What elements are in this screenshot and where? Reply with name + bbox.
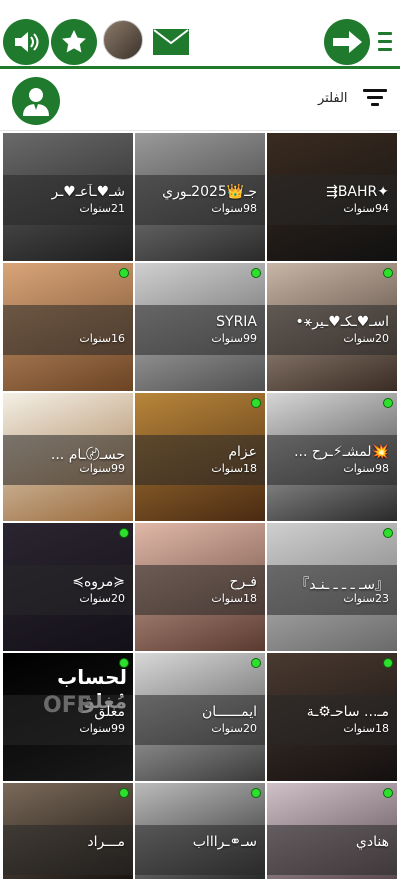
user-card[interactable]: 💥لمشـ⚡ـرح ... 98سنوات xyxy=(267,393,397,521)
online-indicator xyxy=(251,788,261,798)
user-card[interactable]: ✦BAHR⇶ 94سنوات xyxy=(267,133,397,261)
card-overlay xyxy=(3,305,133,355)
online-indicator xyxy=(383,528,393,538)
user-name: عزام xyxy=(228,444,257,460)
star-icon[interactable] xyxy=(51,19,97,65)
user-name: سـ⚭ـراااب xyxy=(192,834,257,850)
profile-icon[interactable] xyxy=(12,77,60,125)
user-name: ايمــــــان xyxy=(201,704,257,720)
online-indicator xyxy=(383,398,393,408)
user-name: فـرح xyxy=(229,574,257,590)
speaker-icon[interactable] xyxy=(3,19,49,65)
user-card[interactable]: لحساب مُغلقOFFمغلق99سنوات xyxy=(3,653,133,781)
user-name: اسـ♥ـكـ♥ـير⚹• xyxy=(295,314,389,330)
user-card[interactable]: SYRIA 99سنوات xyxy=(135,263,265,391)
card-overlay xyxy=(3,695,133,745)
user-card[interactable]: مـ... ساحـ⚙ـة 18سنوات xyxy=(267,653,397,781)
user-card[interactable]: اسـ♥ـكـ♥ـير⚹• 20سنوات xyxy=(267,263,397,391)
user-card[interactable]: عزام 18سنوات xyxy=(135,393,265,521)
filter-bar: الفلتر xyxy=(0,69,400,131)
card-overlay xyxy=(267,305,397,355)
card-overlay xyxy=(267,435,397,485)
card-overlay xyxy=(267,695,397,745)
user-age: 16سنوات xyxy=(79,332,125,345)
card-overlay xyxy=(3,825,133,875)
user-name: مغلق xyxy=(94,704,125,720)
user-name: ≼مروه≽ xyxy=(72,574,125,590)
user-age: 18سنوات xyxy=(211,592,257,605)
user-name: جـ👑2025ـوري xyxy=(162,184,257,200)
online-indicator xyxy=(383,788,393,798)
menu-icon[interactable] xyxy=(378,32,392,52)
user-name: 『سـ ـ ـ ـ ـنـد』 xyxy=(295,577,389,593)
user-card[interactable]: 16سنوات xyxy=(3,263,133,391)
filter-icon[interactable] xyxy=(362,89,388,109)
top-bar xyxy=(0,0,400,69)
user-age: 18سنوات xyxy=(211,462,257,475)
user-card[interactable]: ≼مروه≽ 20سنوات xyxy=(3,523,133,651)
user-card[interactable]: مـــراد xyxy=(3,783,133,879)
avatar[interactable] xyxy=(103,20,143,60)
card-overlay xyxy=(135,175,265,225)
user-card[interactable]: ايمــــــان 20سنوات xyxy=(135,653,265,781)
card-overlay xyxy=(135,435,265,485)
users-grid: شـ♥ـآعـ♥ـر 21سنوات جـ👑2025ـوري 98سنوات ✦BAHR… xyxy=(3,133,398,879)
user-card[interactable]: حسـ〄ـام ... 99سنوات xyxy=(3,393,133,521)
online-indicator xyxy=(119,268,129,278)
user-age: 94سنوات xyxy=(343,202,389,215)
mail-icon[interactable] xyxy=(153,29,189,55)
user-name: هنادي xyxy=(355,834,389,850)
user-age: 23سنوات xyxy=(343,592,389,605)
user-name: مـــراد xyxy=(87,834,125,850)
user-age: 99سنوات xyxy=(79,462,125,475)
user-age: 18سنوات xyxy=(343,722,389,735)
card-overlay xyxy=(135,305,265,355)
user-card[interactable]: شـ♥ـآعـ♥ـر 21سنوات xyxy=(3,133,133,261)
online-indicator xyxy=(251,268,261,278)
card-overlay xyxy=(135,565,265,615)
online-indicator xyxy=(119,658,129,668)
user-age: 21سنوات xyxy=(79,202,125,215)
online-indicator xyxy=(119,788,129,798)
card-overlay xyxy=(267,175,397,225)
user-age: 20سنوات xyxy=(211,722,257,735)
user-age: 98سنوات xyxy=(211,202,257,215)
card-overlay xyxy=(135,695,265,745)
user-card[interactable]: فـرح 18سنوات xyxy=(135,523,265,651)
card-overlay xyxy=(3,175,133,225)
user-card[interactable]: هنادي xyxy=(267,783,397,879)
card-overlay xyxy=(135,825,265,875)
filter-label[interactable]: الفلتر xyxy=(318,91,348,106)
arrow-right-icon[interactable] xyxy=(324,19,370,65)
user-age: 20سنوات xyxy=(343,332,389,345)
user-age: 20سنوات xyxy=(79,592,125,605)
user-age: 98سنوات xyxy=(343,462,389,475)
user-name: مـ... ساحـ⚙ـة xyxy=(306,704,389,720)
user-name: شـ♥ـآعـ♥ـر xyxy=(51,184,125,200)
user-card[interactable]: سـ⚭ـراااب xyxy=(135,783,265,879)
online-indicator xyxy=(119,528,129,538)
online-indicator xyxy=(383,268,393,278)
user-card[interactable]: 『سـ ـ ـ ـ ـنـد』 23سنوات xyxy=(267,523,397,651)
user-age: 99سنوات xyxy=(79,722,125,735)
user-name: ✦BAHR⇶ xyxy=(326,184,389,200)
user-age: 99سنوات xyxy=(211,332,257,345)
online-indicator xyxy=(383,658,393,668)
user-name: حسـ〄ـام ... xyxy=(50,447,125,463)
card-overlay xyxy=(3,565,133,615)
user-name: 💥لمشـ⚡ـرح ... xyxy=(294,444,389,460)
online-indicator xyxy=(251,658,261,668)
user-name: SYRIA xyxy=(216,314,257,330)
card-overlay xyxy=(267,825,397,875)
user-card[interactable]: جـ👑2025ـوري 98سنوات xyxy=(135,133,265,261)
online-indicator xyxy=(251,398,261,408)
